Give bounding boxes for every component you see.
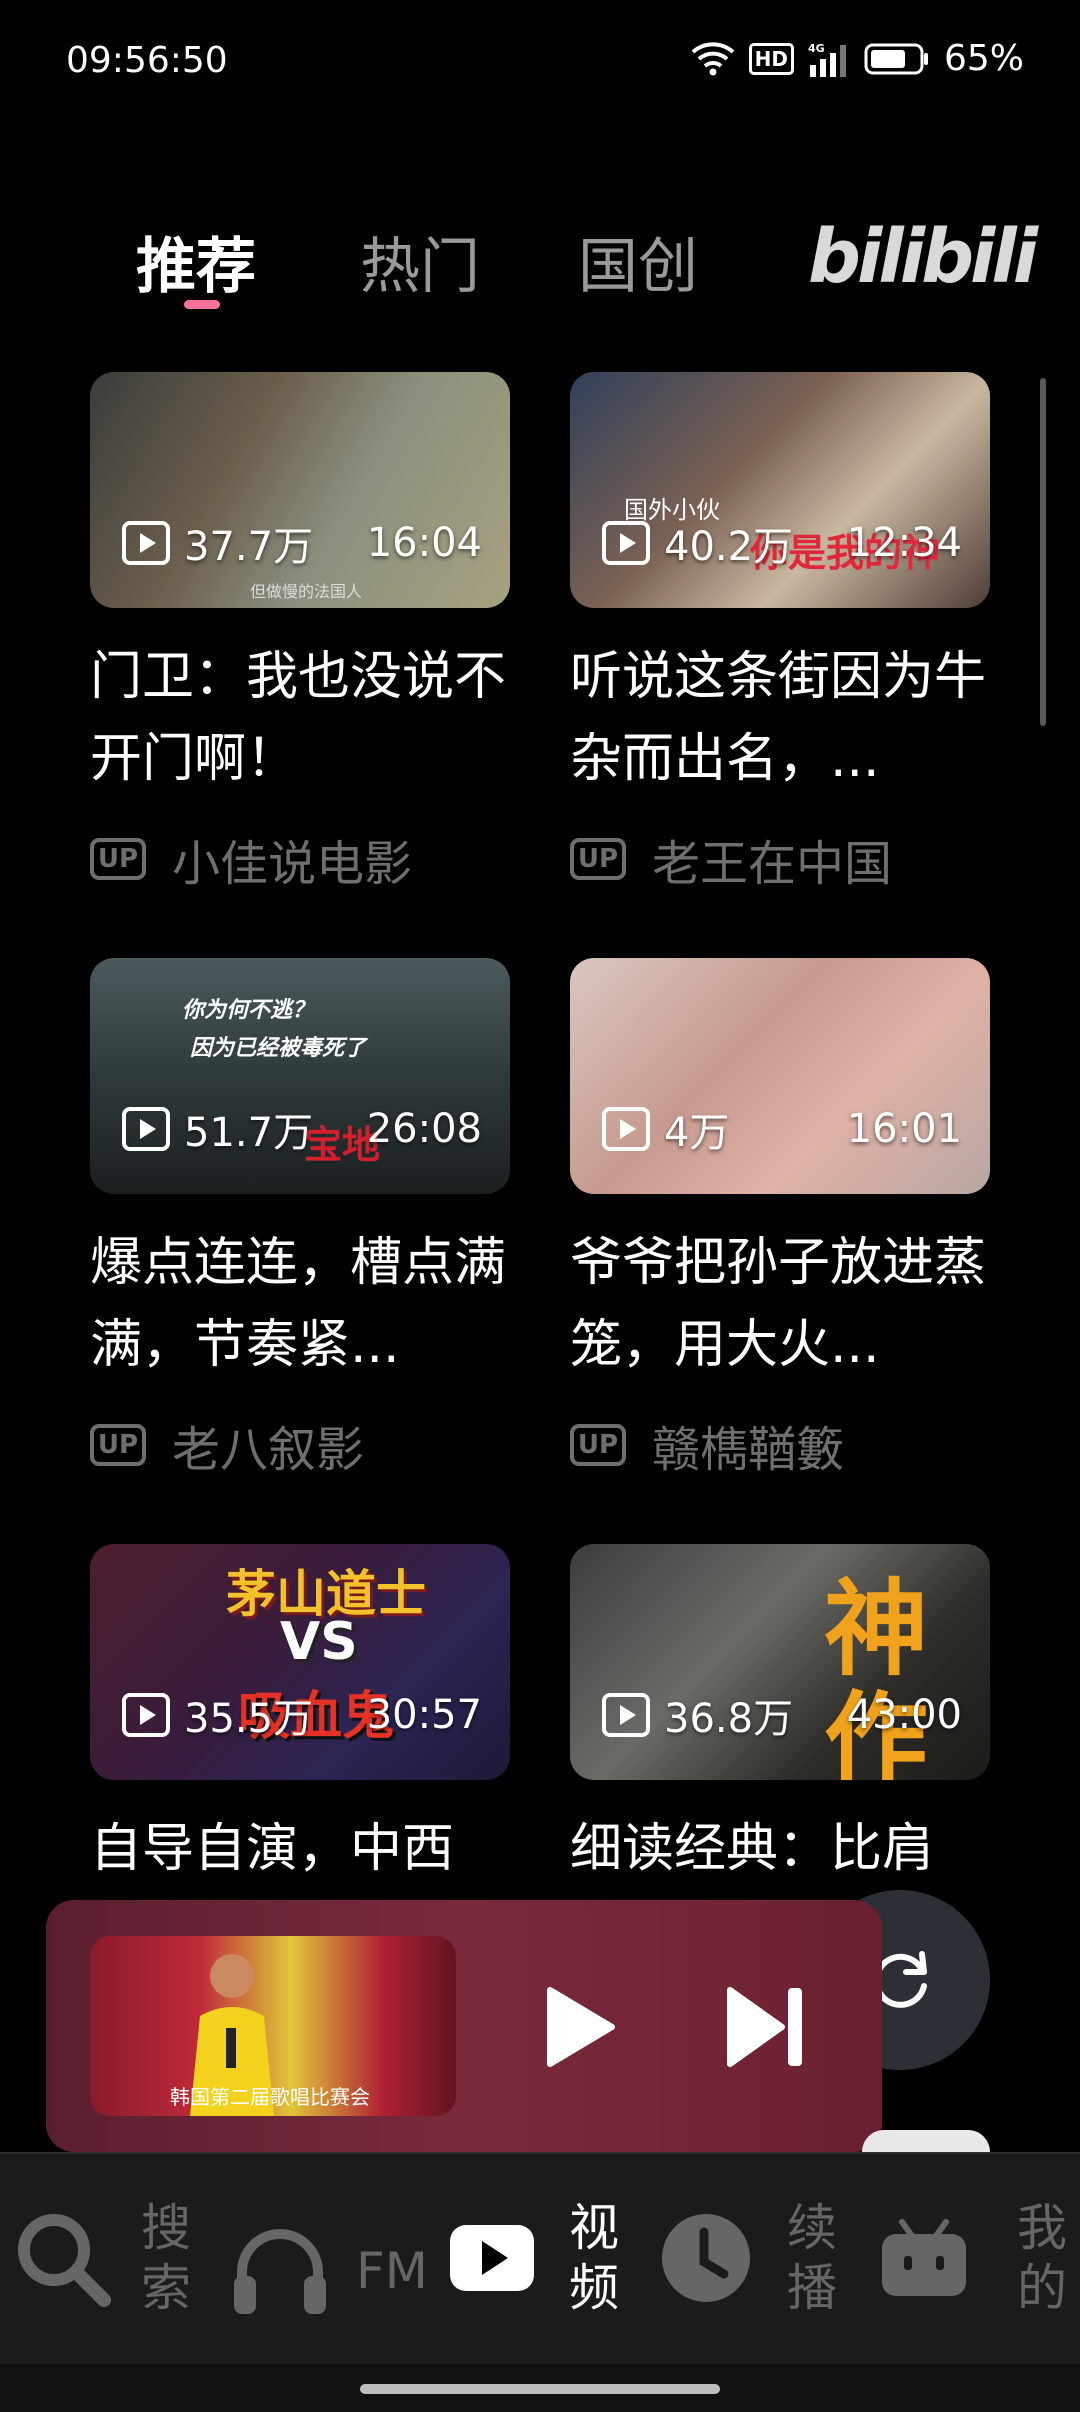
feed-scrollbar[interactable] <box>1040 378 1046 726</box>
signal-icon: 4G <box>808 42 846 77</box>
up-icon: UP <box>90 838 146 880</box>
video-thumbnail[interactable]: 神 作 36.8万 43:00 <box>570 1544 990 1780</box>
headphones-icon <box>234 2229 326 2314</box>
nav-continue[interactable]: 续播 <box>660 2198 842 2318</box>
uploader-name: 老王在中国 <box>652 836 893 892</box>
thumbnail-caption: 但做慢的法国人 <box>250 582 363 601</box>
top-tabs: 推荐 热门 国创 bilibili <box>0 200 1080 330</box>
video-title[interactable]: 爷爷把孙子放进蒸笼，用大火... <box>570 1222 990 1386</box>
nav-label: 我的 <box>1017 2199 1067 2317</box>
wifi-icon <box>691 41 734 75</box>
video-title[interactable]: 门卫：我也没说不开门啊！ <box>90 636 510 800</box>
thumbnail-meta: 35.5万 30:57 <box>122 1690 482 1742</box>
view-count: 37.7万 <box>184 524 314 570</box>
uploader-name: 赣檇鞧籔 <box>652 1422 845 1478</box>
battery-icon <box>864 43 928 74</box>
svg-text:4G: 4G <box>808 42 825 55</box>
hd-badge: HD <box>748 42 794 75</box>
video-card[interactable]: 国外小伙 你是我的神 40.2万 12:34 听说这条街因为牛杂而出名，... … <box>570 372 990 894</box>
video-duration: 16:01 <box>846 1106 962 1152</box>
video-duration: 16:04 <box>366 520 482 566</box>
video-thumbnail[interactable]: 国外小伙 你是我的神 40.2万 12:34 <box>570 372 990 608</box>
tv-mascot-icon <box>882 2219 966 2296</box>
uploader-row[interactable]: UP 赣檇鞧籔 <box>570 1410 990 1480</box>
video-thumbnail[interactable]: 你为何不逃？ 因为已经被毒死了 宝地 51.7万 26:08 <box>90 958 510 1194</box>
play-count-icon <box>122 1107 170 1151</box>
clock-icon <box>662 2214 750 2302</box>
uploader-row[interactable]: UP 老王在中国 <box>570 824 990 894</box>
play-count-icon <box>602 521 650 565</box>
play-count-icon <box>122 1693 170 1737</box>
tab-guochuang[interactable]: 国创 <box>578 218 698 305</box>
play-count-icon <box>602 1107 650 1151</box>
video-play-icon <box>450 2225 534 2291</box>
mini-player[interactable]: 韩国第二届歌唱比赛会 <box>46 1900 882 2152</box>
thumbnail-meta: 37.7万 16:04 <box>122 518 482 570</box>
thumbnail-caption-2: 因为已经被毒死了 <box>190 1036 367 1061</box>
video-duration: 26:08 <box>366 1106 482 1152</box>
mini-player-caption: 韩国第二届歌唱比赛会 <box>170 2085 370 2109</box>
nav-label: FM <box>356 2242 428 2300</box>
play-count-icon <box>602 1693 650 1737</box>
video-thumbnail[interactable]: 4万 16:01 <box>570 958 990 1194</box>
video-title[interactable]: 听说这条街因为牛杂而出名，... <box>570 636 990 800</box>
nav-label: 视频 <box>569 2199 619 2317</box>
active-tab-indicator <box>184 300 220 309</box>
thumbnail-meta: 51.7万 26:08 <box>122 1104 482 1156</box>
bottom-nav: 搜索 FM 视频 续播 我的 <box>0 2152 1080 2366</box>
search-icon <box>18 2214 111 2307</box>
video-duration: 43:00 <box>846 1692 962 1738</box>
video-title[interactable]: 爆点连连，槽点满满，节奏紧... <box>90 1222 510 1386</box>
tab-recommend[interactable]: 推荐 <box>136 218 256 305</box>
bilibili-logo[interactable]: bilibili <box>808 214 1038 300</box>
view-count: 40.2万 <box>664 524 794 570</box>
nav-video[interactable]: 视频 <box>448 2198 624 2318</box>
video-thumbnail[interactable]: 茅山道士 VS 吸血鬼 35.5万 30:57 <box>90 1544 510 1780</box>
uploader-row[interactable]: UP 小佳说电影 <box>90 824 510 894</box>
status-bar: 09:56:50 HD 4G 65% <box>0 0 1080 125</box>
tab-hot[interactable]: 热门 <box>360 218 480 305</box>
nav-label: 搜索 <box>141 2199 191 2317</box>
view-count: 36.8万 <box>664 1696 794 1742</box>
uploader-name: 小佳说电影 <box>172 836 413 892</box>
thumbnail-meta: 36.8万 43:00 <box>602 1690 962 1742</box>
uploader-row[interactable]: UP 老八叙影 <box>90 1410 510 1480</box>
mini-player-thumbnail[interactable]: 韩国第二届歌唱比赛会 <box>90 1936 456 2116</box>
up-icon: UP <box>90 1424 146 1466</box>
status-time: 09:56:50 <box>66 40 228 81</box>
play-icon[interactable] <box>532 1982 622 2072</box>
view-count: 4万 <box>664 1110 730 1156</box>
play-count-icon <box>122 521 170 565</box>
up-icon: UP <box>570 838 626 880</box>
video-thumbnail[interactable]: 但做慢的法国人 37.7万 16:04 <box>90 372 510 608</box>
thumbnail-caption: 你为何不逃？ <box>182 998 315 1023</box>
thumbnail-meta: 40.2万 12:34 <box>602 518 962 570</box>
battery-percent: 65% <box>943 38 1024 79</box>
status-icons: HD 4G 65% <box>691 38 1024 79</box>
nav-fm[interactable]: FM <box>232 2226 428 2316</box>
view-count: 51.7万 <box>184 1110 314 1156</box>
video-duration: 12:34 <box>846 520 962 566</box>
video-duration: 30:57 <box>366 1692 482 1738</box>
view-count: 35.5万 <box>184 1696 314 1742</box>
uploader-name: 老八叙影 <box>172 1422 365 1478</box>
up-icon: UP <box>570 1424 626 1466</box>
video-card[interactable]: 但做慢的法国人 37.7万 16:04 门卫：我也没说不开门啊！ UP 小佳说电… <box>90 372 510 894</box>
nav-search[interactable]: 搜索 <box>12 2198 196 2318</box>
video-card[interactable]: 你为何不逃？ 因为已经被毒死了 宝地 51.7万 26:08 爆点连连，槽点满满… <box>90 958 510 1480</box>
home-indicator[interactable] <box>360 2384 720 2394</box>
skip-next-icon[interactable] <box>722 1984 812 2070</box>
nav-mine[interactable]: 我的 <box>880 2198 1072 2318</box>
thumbnail-caption-2: VS <box>280 1612 358 1672</box>
video-card[interactable]: 4万 16:01 爷爷把孙子放进蒸笼，用大火... UP 赣檇鞧籔 <box>570 958 990 1480</box>
thumbnail-meta: 4万 16:01 <box>602 1104 962 1156</box>
nav-label: 续播 <box>787 2199 837 2317</box>
